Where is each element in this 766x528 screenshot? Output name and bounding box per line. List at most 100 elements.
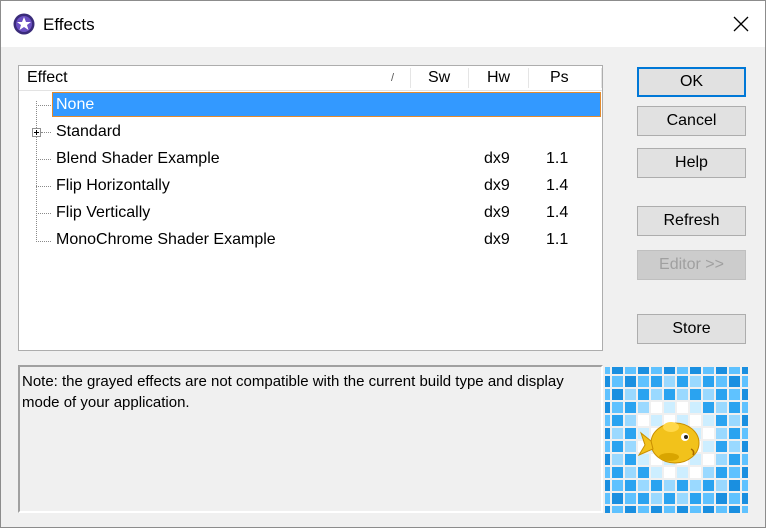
expand-plus-icon[interactable] [32,128,41,137]
preview-tile [690,376,701,387]
close-icon [733,16,749,32]
effects-list[interactable]: Effect / Sw Hw Ps None Standard Blend Sh… [18,65,603,351]
column-divider[interactable] [468,68,469,88]
list-header: Effect / Sw Hw Ps [19,66,602,91]
preview-tile [605,493,610,504]
preview-tile [612,367,623,374]
effects-dialog: Effects Effect / Sw Hw Ps None Standard … [0,0,766,528]
preview-tile [729,467,740,478]
cancel-button[interactable]: Cancel [637,106,746,136]
preview-tile [605,402,610,413]
preview-tile [677,389,688,400]
ok-button[interactable]: OK [637,67,746,97]
preview-tile [651,389,662,400]
preview-tile [612,493,623,504]
preview-tile [605,454,610,465]
preview-tile [716,493,727,504]
preview-tile [703,428,714,439]
preview-tile [690,367,701,374]
preview-tile [625,367,636,374]
preview-tile [625,376,636,387]
preview-tile [677,467,688,478]
preview-tile [664,402,675,413]
effect-preview-image [605,367,748,513]
column-header-hw[interactable]: Hw [487,69,510,87]
effects-app-icon [13,13,35,35]
preview-tile [729,506,740,513]
preview-tile [703,415,714,426]
preview-tile [612,402,623,413]
preview-tile [612,441,623,452]
effect-name: None [56,96,95,113]
refresh-button[interactable]: Refresh [637,206,746,236]
preview-tile [605,506,610,513]
preview-tile [638,389,649,400]
preview-tile [605,480,610,491]
preview-tile [677,367,688,374]
editor-button[interactable]: Editor >> [637,250,746,280]
preview-tile [677,493,688,504]
preview-tile [612,376,623,387]
preview-tile [651,367,662,374]
column-divider[interactable] [410,68,411,88]
list-item-monochrome-shader[interactable]: MonoChrome Shader Example dx9 1.1 [19,227,602,253]
preview-tile [605,467,610,478]
preview-canvas [605,367,748,513]
preview-tile [638,467,649,478]
preview-tile [664,389,675,400]
preview-tile [612,415,623,426]
list-item-flip-vertically[interactable]: Flip Vertically dx9 1.4 [19,200,602,226]
effect-hw: dx9 [484,150,510,167]
column-header-ps[interactable]: Ps [550,69,569,87]
selection-highlight [52,92,601,117]
preview-tile [612,467,623,478]
preview-tile [729,441,740,452]
list-item-none[interactable]: None [19,92,602,118]
list-item-blend-shader[interactable]: Blend Shader Example dx9 1.1 [19,146,602,172]
effect-name: Flip Vertically [56,204,151,221]
effect-name: Flip Horizontally [56,177,170,194]
title-bar: Effects [1,1,765,47]
window-title: Effects [43,15,95,34]
preview-tile [638,376,649,387]
list-item-standard[interactable]: Standard [19,119,602,145]
close-button[interactable] [723,9,759,39]
preview-tile [703,402,714,413]
preview-tile [729,402,740,413]
preview-tile [664,467,675,478]
preview-tile [716,480,727,491]
preview-tile [729,367,740,374]
column-header-sw[interactable]: Sw [428,69,450,87]
preview-tile [651,467,662,478]
column-divider[interactable] [528,68,529,88]
preview-tile [651,402,662,413]
preview-tile [625,493,636,504]
preview-tile [638,367,649,374]
preview-tile [729,389,740,400]
preview-tile [605,441,610,452]
preview-tile [690,389,701,400]
list-item-flip-horizontally[interactable]: Flip Horizontally dx9 1.4 [19,173,602,199]
preview-tile [703,389,714,400]
help-button[interactable]: Help [637,148,746,178]
preview-tile [742,506,748,513]
preview-tile [625,389,636,400]
preview-tile [716,506,727,513]
preview-tile [742,441,748,452]
preview-tile [677,480,688,491]
preview-tile [690,402,701,413]
preview-tile [716,415,727,426]
column-header-effect[interactable]: Effect [27,69,68,87]
preview-tile [716,376,727,387]
preview-tile [703,493,714,504]
preview-tile [716,389,727,400]
preview-tile [742,367,748,374]
preview-tile [716,367,727,374]
preview-tile [664,376,675,387]
column-divider[interactable] [601,68,602,88]
preview-tile [664,493,675,504]
store-button[interactable]: Store [637,314,746,344]
effect-hw: dx9 [484,204,510,221]
preview-tile [690,467,701,478]
preview-tile [742,428,748,439]
